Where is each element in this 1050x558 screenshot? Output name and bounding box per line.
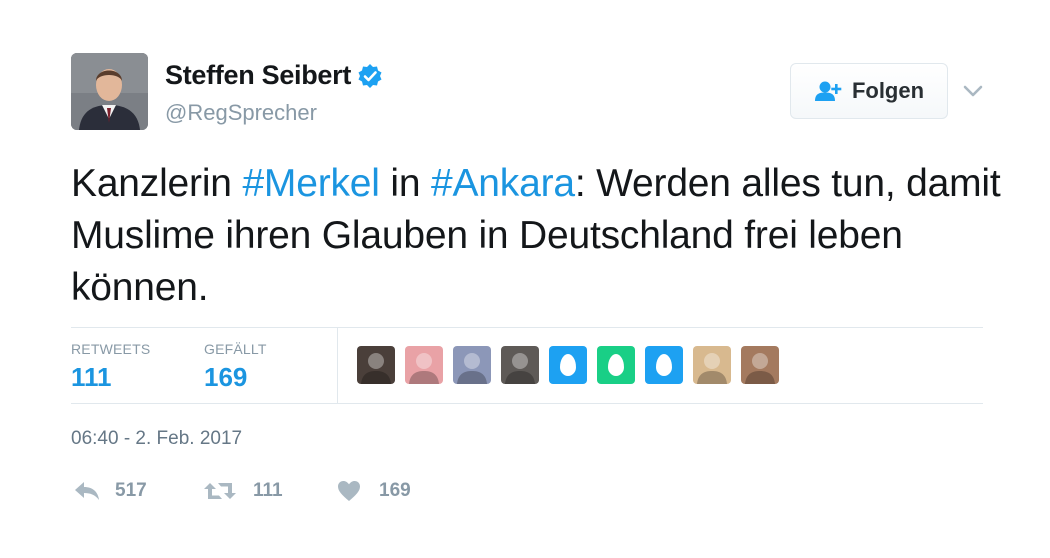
thumbnail-graphic — [505, 353, 535, 384]
thumbnail-graphic — [409, 353, 439, 384]
author-handle[interactable]: @RegSprecher — [165, 100, 317, 126]
user-photo-icon[interactable] — [405, 346, 443, 384]
default-egg-icon[interactable] — [645, 346, 683, 384]
default-egg-icon[interactable] — [549, 346, 587, 384]
heart-icon — [338, 481, 360, 501]
verified-badge-icon — [357, 63, 383, 89]
retweets-count[interactable]: 111 — [71, 362, 112, 393]
author-name[interactable]: Steffen Seibert — [165, 60, 383, 91]
follow-user-plus-icon — [814, 79, 844, 103]
avatar[interactable] — [71, 53, 148, 130]
hashtag-link-merkel[interactable]: #Merkel — [242, 162, 380, 205]
author-name-text[interactable]: Steffen Seibert — [165, 60, 351, 91]
tweet-text-part: in — [379, 162, 431, 205]
user-photo-icon[interactable] — [357, 346, 395, 384]
stats-separator — [337, 328, 338, 404]
likes-label[interactable]: GEFÄLLT — [204, 341, 267, 357]
reply-count: 517 — [115, 480, 147, 501]
like-button[interactable]: 169 — [337, 480, 411, 502]
egg-shape — [656, 354, 672, 376]
retweet-icon — [204, 483, 236, 499]
bird-photo-icon[interactable] — [693, 346, 731, 384]
default-egg-icon[interactable] — [597, 346, 635, 384]
follow-button[interactable]: Folgen — [790, 63, 948, 119]
retweets-label[interactable]: RETWEETS — [71, 341, 150, 357]
retweet-button[interactable]: 111 — [203, 480, 283, 502]
tweet-text-part: Kanzlerin — [71, 162, 243, 205]
reply-button[interactable]: 517 — [73, 480, 147, 502]
user-photo-icon[interactable] — [453, 346, 491, 384]
retweet-count: 111 — [253, 480, 283, 501]
tweet-timestamp[interactable]: 06:40 - 2. Feb. 2017 — [71, 428, 242, 450]
likes-count[interactable]: 169 — [204, 362, 247, 393]
follow-button-label: Folgen — [851, 78, 925, 103]
liker-avatars — [357, 346, 789, 384]
profile-photo-icon — [71, 53, 148, 130]
thumbnail-graphic — [697, 353, 727, 384]
hashtag-link-ankara[interactable]: #Ankara — [431, 162, 575, 205]
thumbnail-graphic — [745, 353, 775, 384]
stats-bottom-divider — [71, 403, 983, 404]
user-photo-icon[interactable] — [741, 346, 779, 384]
user-photo-icon[interactable] — [501, 346, 539, 384]
stats-top-divider — [71, 327, 983, 328]
egg-shape — [560, 354, 576, 376]
like-count: 169 — [379, 480, 411, 501]
tweet-text: Kanzlerin #Merkel in #Ankara: Werden all… — [71, 158, 1001, 314]
egg-shape — [608, 354, 624, 376]
thumbnail-graphic — [361, 353, 391, 384]
chevron-down-icon[interactable] — [962, 80, 984, 102]
reply-icon — [75, 482, 99, 500]
thumbnail-graphic — [457, 353, 487, 384]
